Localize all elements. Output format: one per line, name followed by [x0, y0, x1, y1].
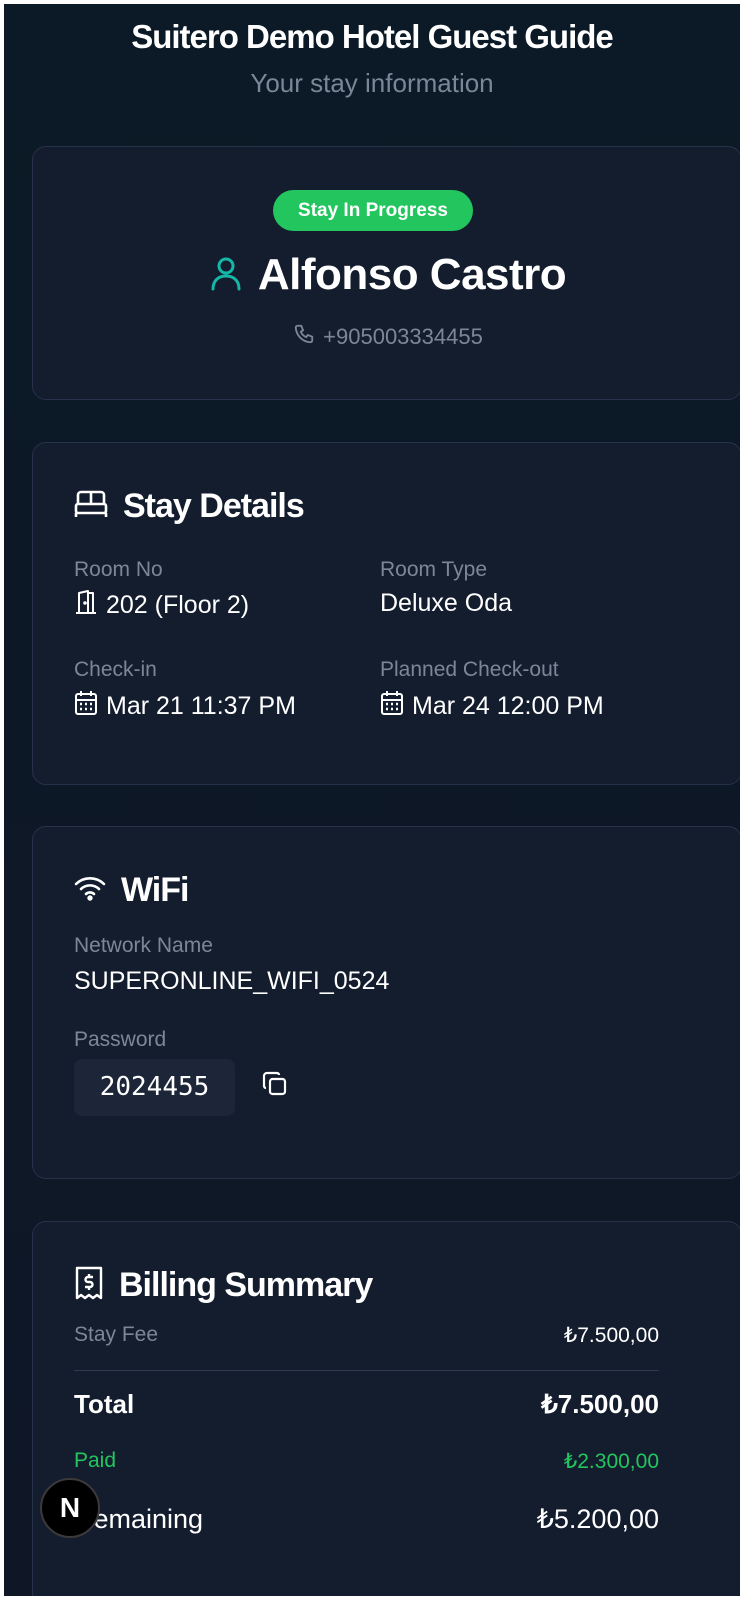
- room-type-value: Deluxe Oda: [380, 589, 513, 617]
- billing-title: Billing Summary: [119, 1265, 373, 1304]
- bed-icon: [74, 489, 108, 524]
- guest-card: Stay In Progress Alfonso Castro +9050033…: [32, 146, 740, 400]
- wifi-card: WiFi Network Name SUPERONLINE_WIFI_0524 …: [32, 826, 740, 1179]
- total-value: ₺7.500,00: [541, 1388, 659, 1419]
- checkin-value: Mar 21 11:37 PM: [106, 692, 296, 720]
- copy-icon: [262, 1071, 288, 1102]
- guest-phone[interactable]: +905003334455: [323, 324, 483, 350]
- guest-name: Alfonso Castro: [257, 250, 567, 299]
- status-badge: Stay In Progress: [273, 190, 473, 231]
- password-label: Password: [74, 1028, 167, 1051]
- wifi-icon: [74, 874, 106, 907]
- room-no-field: 202 (Floor 2): [74, 589, 249, 622]
- wifi-header: WiFi: [74, 865, 189, 915]
- wifi-title: WiFi: [121, 870, 189, 909]
- page-subtitle: Your stay information: [250, 68, 494, 98]
- remaining-value: ₺5.200,00: [536, 1503, 659, 1534]
- checkout-field: Mar 24 12:00 PM: [380, 690, 604, 723]
- total-row: Total ₺7.500,00: [74, 1386, 659, 1422]
- guest-guide-page: Suitero Demo Hotel Guest Guide Your stay…: [4, 4, 740, 1596]
- network-name-value: SUPERONLINE_WIFI_0524: [74, 967, 390, 995]
- room-type-label: Room Type: [380, 558, 487, 581]
- room-no-value: 202 (Floor 2): [106, 591, 250, 619]
- next-dev-indicator-button[interactable]: N: [40, 1478, 100, 1538]
- total-label: Total: [74, 1388, 135, 1419]
- paid-value: ₺2.300,00: [563, 1449, 659, 1473]
- user-icon: [210, 255, 242, 296]
- stay-fee-row: Stay Fee ₺7.500,00: [74, 1320, 659, 1350]
- paid-row: Paid ₺2.300,00: [74, 1446, 659, 1476]
- page-title: Suitero Demo Hotel Guest Guide: [131, 18, 614, 55]
- phone-icon: [293, 323, 315, 351]
- checkin-field: Mar 21 11:37 PM: [74, 690, 296, 723]
- password-value[interactable]: 2024455: [74, 1059, 235, 1116]
- stay-fee-value: ₺7.500,00: [563, 1323, 659, 1347]
- stay-details-card: Stay Details Room No 202 (Floor 2) Room …: [32, 442, 740, 785]
- billing-divider: [74, 1370, 659, 1371]
- checkout-value: Mar 24 12:00 PM: [412, 692, 604, 720]
- receipt-icon: [74, 1266, 104, 1305]
- guest-name-row: Alfonso Castro: [33, 245, 740, 305]
- checkout-label: Planned Check-out: [380, 658, 559, 681]
- remaining-row: Remaining ₺5.200,00: [74, 1500, 659, 1538]
- copy-password-button[interactable]: [258, 1069, 292, 1103]
- billing-header: Billing Summary: [74, 1260, 373, 1310]
- checkin-label: Check-in: [74, 658, 157, 681]
- billing-card: Billing Summary Stay Fee ₺7.500,00 Total…: [32, 1221, 740, 1596]
- calendar-icon: [380, 690, 404, 723]
- stay-fee-label: Stay Fee: [74, 1323, 159, 1346]
- stay-details-title: Stay Details: [123, 486, 305, 525]
- door-icon: [74, 589, 98, 622]
- stay-details-header: Stay Details: [74, 481, 305, 531]
- network-name-label: Network Name: [74, 934, 213, 957]
- paid-label: Paid: [74, 1449, 117, 1472]
- calendar-icon: [74, 690, 98, 723]
- guest-phone-row: +905003334455: [33, 322, 740, 352]
- room-no-label: Room No: [74, 558, 163, 581]
